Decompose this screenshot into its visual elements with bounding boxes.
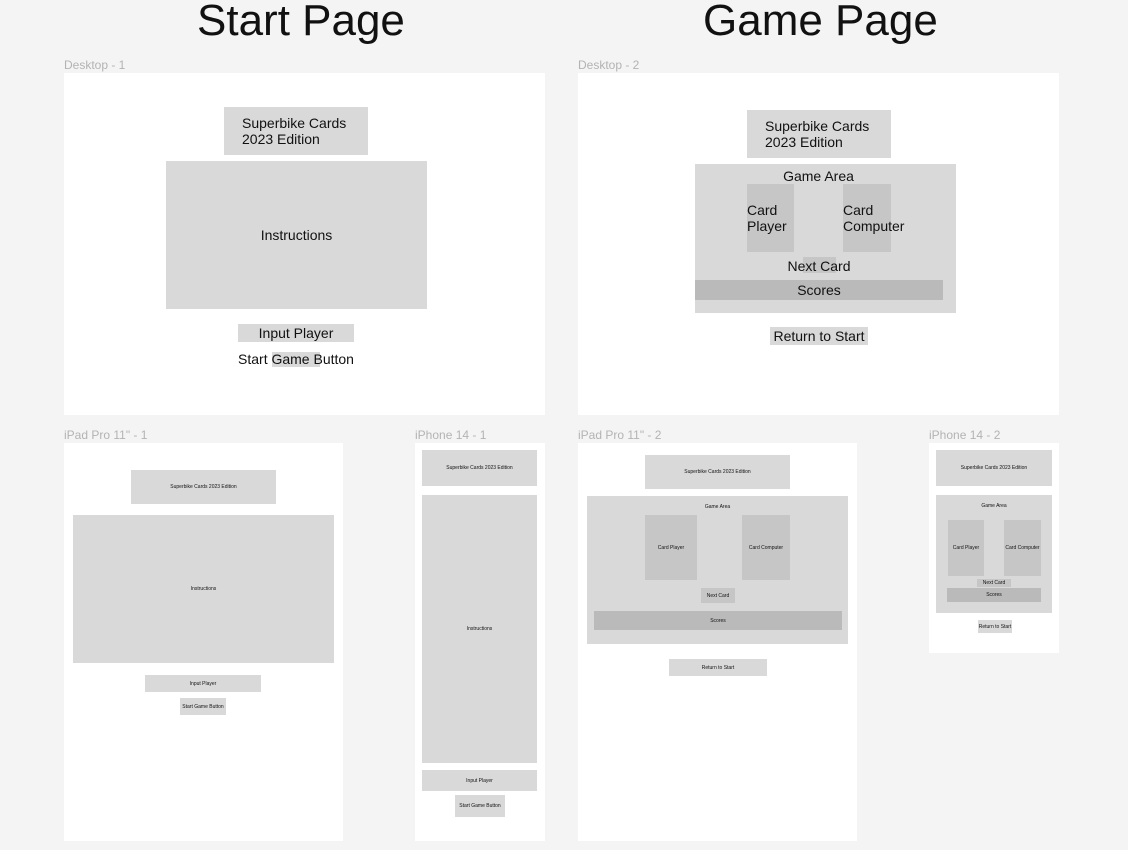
frame-iphone-1[interactable]: Superbike Cards 2023 Edition Instruction… (415, 443, 545, 841)
game-area-label: Game Area (981, 503, 1007, 509)
card-computer[interactable]: Card Computer (742, 515, 790, 580)
input-player-field[interactable]: Input Player (238, 324, 354, 342)
frame-label-iphone-1: iPhone 14 - 1 (415, 428, 487, 442)
scores-bar: Scores (594, 611, 842, 630)
return-to-start-button[interactable]: Return to Start (978, 620, 1012, 633)
frame-desktop-2[interactable]: Superbike Cards 2023 Edition Game Area C… (578, 73, 1059, 415)
frame-label-ipad-2: iPad Pro 11" - 2 (578, 428, 662, 442)
start-page-heading: Start Page (197, 0, 405, 45)
game-area-label: Game Area (704, 504, 731, 510)
frame-ipad-1[interactable]: Superbike Cards 2023 Edition Instruction… (64, 443, 343, 841)
app-title-box: Superbike Cards 2023 Edition (131, 470, 276, 504)
instructions-panel: Instructions (73, 515, 334, 663)
next-card-button[interactable]: Next Card (701, 588, 735, 603)
card-player[interactable]: Card Player (747, 184, 794, 252)
start-game-button[interactable]: Start Game Button (236, 351, 356, 367)
frame-label-iphone-2: iPhone 14 - 2 (929, 428, 1001, 442)
app-title-box: Superbike Cards 2023 Edition (936, 450, 1052, 486)
input-player-field[interactable]: Input Player (145, 675, 261, 692)
card-computer[interactable]: Card Computer (843, 184, 904, 252)
frame-ipad-2[interactable]: Superbike Cards 2023 Edition Game Area C… (578, 443, 857, 841)
app-title-box: Superbike Cards 2023 Edition (747, 110, 891, 158)
card-player[interactable]: Card Player (645, 515, 697, 580)
card-player[interactable]: Card Player (948, 520, 984, 576)
return-to-start-button[interactable]: Return to Start (770, 327, 868, 345)
next-card-button[interactable]: Next Card (759, 258, 879, 274)
frame-iphone-2[interactable]: Superbike Cards 2023 Edition Game Area C… (929, 443, 1059, 653)
frame-label-desktop-2: Desktop - 2 (578, 58, 640, 72)
app-title-box: Superbike Cards 2023 Edition (645, 455, 790, 489)
game-page-heading: Game Page (703, 0, 938, 45)
app-title-box: Superbike Cards 2023 Edition (422, 450, 537, 486)
input-player-field[interactable]: Input Player (422, 770, 537, 791)
app-title-box: Superbike Cards 2023 Edition (224, 107, 368, 155)
start-game-button[interactable]: Start Game Button (455, 795, 505, 817)
scores-bar: Scores (695, 280, 943, 300)
frame-label-ipad-1: iPad Pro 11" - 1 (64, 428, 148, 442)
card-computer[interactable]: Card Computer (1004, 520, 1041, 576)
instructions-panel: Instructions (166, 161, 427, 309)
next-card-button[interactable]: Next Card (977, 579, 1011, 587)
scores-bar: Scores (947, 588, 1041, 602)
game-area-label: Game Area (783, 168, 854, 184)
frame-label-desktop-1: Desktop - 1 (64, 58, 126, 72)
start-game-button[interactable]: Start Game Button (180, 698, 226, 715)
instructions-panel: Instructions (422, 495, 537, 763)
return-to-start-button[interactable]: Return to Start (669, 659, 767, 676)
frame-desktop-1[interactable]: Superbike Cards 2023 Edition Instruction… (64, 73, 545, 415)
